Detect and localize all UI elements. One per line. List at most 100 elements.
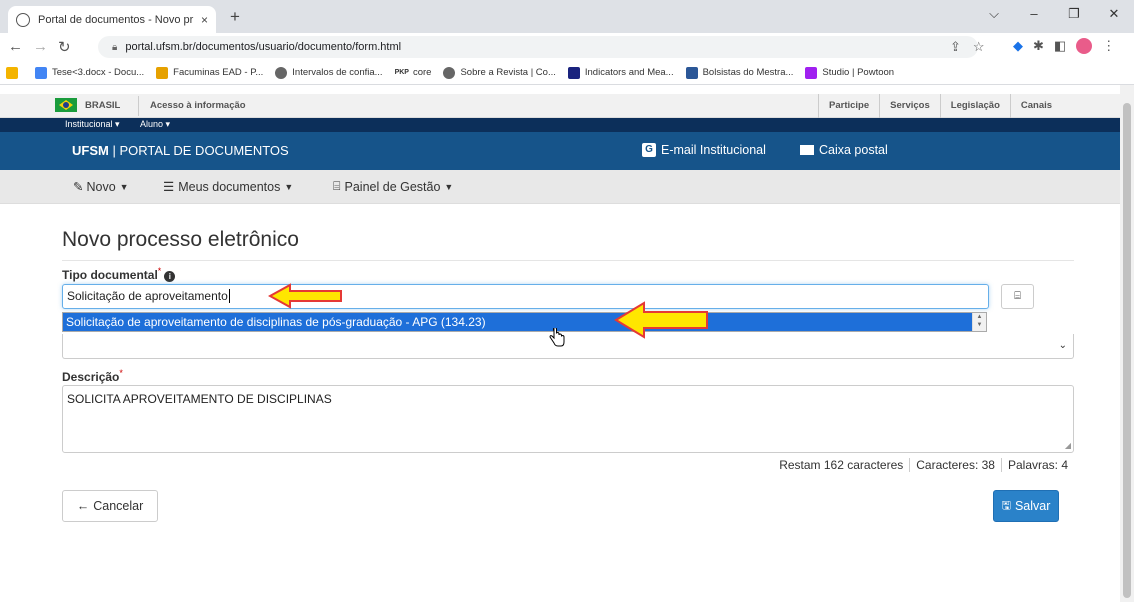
bookmarks-bar: Tese<3.docx - Docu... Facuminas EAD - P.… — [0, 61, 1134, 85]
tab-close-icon[interactable]: × — [201, 13, 208, 27]
envelope-icon — [800, 145, 814, 155]
text-counters: Restam 162 caracteres Caracteres: 38 Pal… — [773, 458, 1074, 472]
arrow-left-icon: ← — [76, 499, 90, 513]
page-title: Novo processo eletrônico — [62, 228, 299, 251]
forward-arrow-icon[interactable]: → — [33, 38, 48, 55]
bookmark-item[interactable]: Facuminas EAD - P... — [156, 66, 263, 79]
pkp-icon: PKP — [394, 69, 409, 76]
institutional-bar: Institucional ▾ Aluno ▾ — [0, 118, 1120, 132]
bookmark-site-icon — [156, 66, 169, 79]
second-select[interactable]: ⌄ — [62, 334, 1074, 359]
sitemap-icon: ⌸ — [1014, 290, 1021, 302]
chevron-down-icon: ⌄ — [1058, 340, 1067, 351]
tipo-documental-input[interactable]: Solicitação de aproveitamento — [62, 284, 989, 309]
bookmark-item[interactable]: Studio | Powtoon — [805, 66, 894, 79]
bookmark-item[interactable]: Bolsistas do Mestra... — [685, 66, 793, 79]
caixa-postal-link[interactable]: Caixa postal — [800, 143, 888, 157]
hand-cursor-icon — [549, 328, 565, 347]
extension-icons: ◆ ✱ ◧ ⋮ — [1013, 38, 1115, 54]
floppy-icon: 🖫 — [1001, 499, 1011, 512]
institucional-menu[interactable]: Institucional ▾ — [65, 119, 120, 130]
gov-link-legislacao[interactable]: Legislação — [939, 94, 1010, 118]
share-icon[interactable]: ⇪ — [950, 39, 961, 55]
descricao-label: Descrição* — [62, 368, 123, 384]
tree-browse-button[interactable]: ⌸ — [1001, 284, 1034, 309]
portal-header: UFSM | PORTAL DE DOCUMENTOS G E-mail Ins… — [0, 132, 1120, 170]
tab-search-icon[interactable]: ⌵ — [974, 0, 1014, 30]
sidepanel-icon[interactable]: ◧ — [1054, 38, 1066, 54]
required-marker: * — [157, 266, 162, 276]
browser-tab-bar: Portal de documentos - Novo pr × + ⌵ – ❐… — [0, 0, 1134, 33]
bookmark-site-icon — [567, 66, 580, 79]
title-divider — [62, 260, 1074, 261]
brasil-link[interactable]: BRASIL — [55, 98, 120, 112]
bookmark-item[interactable]: Tese<3.docx - Docu... — [35, 66, 144, 79]
bookmark-item[interactable]: Indicators and Mea... — [567, 66, 674, 79]
back-arrow-icon[interactable]: ← — [8, 38, 23, 55]
annotation-arrow-icon — [268, 283, 342, 309]
omnibox-actions: ⇪ ☆ — [950, 39, 985, 55]
caret-down-icon: ▼ — [119, 181, 129, 192]
gov-link-servicos[interactable]: Serviços — [879, 94, 940, 118]
url-bar[interactable]: 🔒︎ portal.ufsm.br/documentos/usuario/doc… — [98, 36, 978, 58]
info-icon[interactable]: i — [164, 271, 176, 282]
remaining-chars: Restam 162 caracteres — [779, 458, 904, 472]
bookmark-item[interactable]: PKP core — [395, 67, 432, 78]
google-icon: G — [642, 143, 656, 157]
puzzle-icon[interactable]: ✱ — [1033, 38, 1044, 54]
caret-down-icon: ▼ — [444, 181, 454, 192]
powtoon-icon — [805, 66, 818, 79]
apps-icon[interactable] — [6, 66, 23, 79]
word-count: Palavras: 4 — [1000, 458, 1074, 472]
sitemap-icon: ⌸ — [333, 179, 341, 193]
annotation-arrow-icon — [614, 301, 708, 339]
docs-icon — [35, 66, 47, 79]
acesso-informacao-link[interactable]: Acesso à informação — [150, 100, 246, 111]
gov-bar: BRASIL Acesso à informação Participe Ser… — [0, 94, 1120, 118]
kebab-menu-icon[interactable]: ⋮ — [1102, 38, 1115, 54]
extension-icon[interactable]: ◆ — [1013, 38, 1023, 54]
save-button[interactable]: 🖫 Salvar — [993, 490, 1059, 522]
maximize-button[interactable]: ❐ — [1054, 0, 1094, 30]
autocomplete-option[interactable]: Solicitação de aproveitamento de discipl… — [63, 313, 973, 331]
globe-icon — [443, 66, 456, 79]
gov-link-canais[interactable]: Canais — [1009, 94, 1062, 118]
cancel-button[interactable]: ← Cancelar — [62, 490, 158, 522]
minimize-button[interactable]: – — [1014, 0, 1054, 30]
list-icon: ☰ — [163, 180, 175, 194]
brazil-flag-icon — [55, 98, 77, 112]
main-menu: ✎ Novo ▼ ☰ Meus documentos ▼ ⌸ Painel de… — [0, 170, 1120, 204]
menu-meus-documentos[interactable]: ☰ Meus documentos ▼ — [163, 179, 294, 195]
close-window-button[interactable]: ✕ — [1094, 0, 1134, 30]
gov-links: Participe Serviços Legislação Canais — [818, 94, 1062, 118]
portal-brand[interactable]: UFSM | PORTAL DE DOCUMENTOS — [72, 143, 289, 158]
globe-icon — [275, 66, 288, 79]
reload-icon[interactable]: ↻ — [58, 38, 71, 56]
dropdown-scrollbar[interactable]: ▲ ▼ — [972, 313, 986, 331]
bookmark-item[interactable]: Intervalos de confia... — [275, 66, 383, 79]
required-marker: * — [119, 368, 123, 378]
email-institucional-link[interactable]: G E-mail Institucional — [642, 143, 766, 157]
autocomplete-dropdown: Solicitação de aproveitamento de discipl… — [62, 312, 987, 332]
gov-link-participe[interactable]: Participe — [818, 94, 879, 118]
bookmark-star-icon[interactable]: ☆ — [973, 39, 985, 55]
url-text: portal.ufsm.br/documentos/usuario/docume… — [125, 41, 402, 53]
lock-icon: 🔒︎ — [112, 41, 118, 53]
aluno-menu[interactable]: Aluno ▾ — [140, 119, 170, 130]
new-tab-button[interactable]: + — [230, 7, 240, 27]
page-scrollbar[interactable] — [1120, 85, 1134, 602]
tab-title: Portal de documentos - Novo pr — [38, 13, 194, 26]
caret-down-icon: ▼ — [284, 181, 294, 192]
bookmark-item[interactable]: Sobre a Revista | Co... — [443, 66, 556, 79]
globe-icon — [16, 12, 30, 27]
char-count: Caracteres: 38 — [909, 458, 1001, 472]
window-controls: ⌵ – ❐ ✕ — [974, 0, 1134, 30]
scrollbar-thumb[interactable] — [1123, 103, 1131, 598]
menu-painel-gestao[interactable]: ⌸ Painel de Gestão ▼ — [333, 179, 453, 194]
descricao-textarea[interactable]: SOLICITA APROVEITAMENTO DE DISCIPLINAS ◢ — [62, 385, 1074, 453]
resize-handle-icon[interactable]: ◢ — [1065, 441, 1071, 450]
profile-avatar[interactable] — [1076, 38, 1093, 54]
ufsm-icon — [685, 66, 698, 79]
browser-tab[interactable]: Portal de documentos - Novo pr × — [8, 6, 216, 33]
menu-novo[interactable]: ✎ Novo ▼ — [73, 179, 129, 195]
